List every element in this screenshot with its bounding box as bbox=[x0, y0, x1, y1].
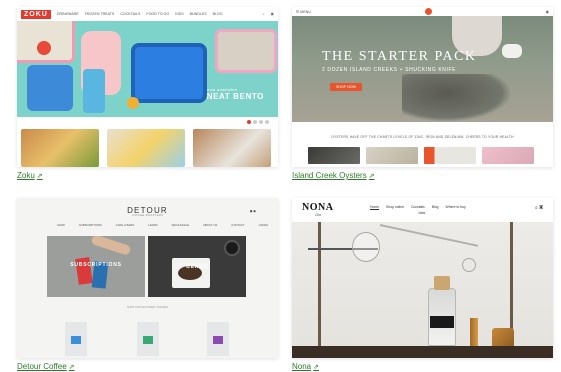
nona-menu-item: Home bbox=[370, 205, 380, 209]
zoku-nav-item: COCKTAILS bbox=[120, 12, 141, 16]
external-link-icon: ⇗ bbox=[368, 172, 375, 180]
detour-menu-item: SUBSCRIPTIONS bbox=[78, 223, 102, 227]
search-icon: ⌕ bbox=[262, 12, 265, 16]
nona-hero-image bbox=[292, 222, 553, 358]
detour-coffee-screenshot[interactable]: DETOUR COFFEE ROASTERS ◼ ▣ SHOP SUBSCRIP… bbox=[17, 198, 278, 358]
island-creek-hero-image: THE STARTER PACK 2 DOZEN ISLAND CREEKS +… bbox=[292, 16, 553, 122]
zoku-link[interactable]: Zoku ⇗ bbox=[17, 171, 43, 180]
detour-coffee-link-label[interactable]: Detour Coffee bbox=[17, 362, 67, 371]
cart-icon: ◼ ▣ bbox=[249, 209, 256, 213]
zoku-nav-item: BLOG bbox=[212, 12, 223, 16]
external-link-icon: ⇗ bbox=[68, 363, 75, 371]
nona-link[interactable]: Nona ⇗ bbox=[292, 362, 319, 371]
detour-logo-subtitle: COFFEE ROASTERS bbox=[131, 214, 164, 217]
nona-screenshot[interactable]: NONA Gin Home Shop online Cocktails Blog… bbox=[292, 198, 553, 358]
nona-menu-item: Jobs bbox=[418, 211, 426, 215]
detour-products-heading: SHOP OUR FEATURED COFFEES bbox=[126, 306, 169, 309]
zoku-hero-text: now available NEAT BENTO bbox=[207, 87, 264, 101]
detour-menu-item: LEARN bbox=[148, 223, 158, 227]
zoku-hero-image: now available NEAT BENTO bbox=[17, 21, 278, 117]
detour-menu-item: CAFE & BARS bbox=[115, 223, 135, 227]
zoku-link-label[interactable]: Zoku bbox=[17, 171, 35, 180]
product-thumbnail[interactable] bbox=[308, 147, 360, 164]
detour-coffee-link[interactable]: Detour Coffee ⇗ bbox=[17, 362, 75, 371]
carousel-dot[interactable] bbox=[253, 120, 257, 124]
carousel-dot[interactable] bbox=[265, 120, 269, 124]
external-link-icon: ⇗ bbox=[313, 363, 319, 371]
carousel-dots[interactable] bbox=[247, 120, 269, 124]
nona-menu-item: Shop online bbox=[386, 205, 404, 209]
carousel-dot[interactable] bbox=[247, 120, 251, 124]
nona-logo-subtitle: Gin bbox=[315, 212, 322, 217]
cart-icon: ▣ bbox=[270, 12, 274, 16]
search-icon: ⌕ ▣ bbox=[535, 205, 543, 211]
nona-header: NONA Gin Home Shop online Cocktails Blog… bbox=[292, 198, 553, 222]
zoku-nav-item: FROZEN TREATS bbox=[84, 12, 115, 16]
product-thumbnail[interactable] bbox=[366, 147, 418, 164]
menu-icon: ☰ MENU bbox=[296, 9, 311, 14]
detour-menu-item: CAFES bbox=[258, 223, 268, 227]
zoku-screenshot[interactable]: ZOKU DRINKWARE FROZEN TREATS COCKTAILS F… bbox=[17, 7, 278, 167]
coffee-bag-product[interactable] bbox=[207, 322, 229, 356]
island-creek-logo bbox=[424, 8, 432, 15]
external-link-icon: ⇗ bbox=[36, 172, 43, 180]
subscriptions-panel[interactable]: SUBSCRIPTIONS bbox=[47, 236, 145, 297]
island-creek-screenshot[interactable]: ☰ MENU ▣ THE STARTER PACK 2 DOZEN ISLAND… bbox=[292, 7, 553, 167]
detour-menu-item: WHOLESALE bbox=[171, 223, 190, 227]
zoku-nav-item: FOOD TO GO bbox=[146, 12, 170, 16]
beans-label: BEANS bbox=[186, 264, 208, 270]
cart-icon: ▣ bbox=[545, 9, 549, 14]
product-thumbnail[interactable] bbox=[424, 147, 476, 164]
nona-menu-item: Where to buy bbox=[445, 205, 466, 209]
island-creek-hero-title: THE STARTER PACK bbox=[322, 49, 477, 64]
carousel-dot[interactable] bbox=[259, 120, 263, 124]
zoku-nav: ZOKU DRINKWARE FROZEN TREATS COCKTAILS F… bbox=[17, 7, 278, 21]
island-creek-menu-label: MENU bbox=[300, 9, 311, 14]
nona-menu-item: Blog bbox=[431, 205, 439, 209]
zoku-nav-item: DRINKWARE bbox=[56, 12, 79, 16]
nona-menu: Home Shop online Cocktails Blog Where to… bbox=[370, 205, 466, 209]
island-creek-link[interactable]: Island Creek Oysters ⇗ bbox=[292, 171, 375, 180]
island-creek-hero-subtitle: 2 DOZEN ISLAND CREEKS + SHUCKING KNIFE bbox=[322, 67, 457, 73]
product-thumbnail[interactable] bbox=[21, 129, 99, 167]
product-thumbnail[interactable] bbox=[482, 147, 534, 164]
product-thumbnail[interactable] bbox=[193, 129, 271, 167]
product-thumbnail[interactable] bbox=[107, 129, 185, 167]
zoku-nav-item: BUNDLES bbox=[189, 12, 207, 16]
nona-link-label[interactable]: Nona bbox=[292, 362, 311, 371]
subscriptions-label: SUBSCRIPTIONS bbox=[70, 262, 122, 268]
detour-menu-item: ABOUT US bbox=[203, 223, 218, 227]
coffee-bag-product[interactable] bbox=[65, 322, 87, 356]
island-creek-product-row bbox=[308, 147, 534, 164]
detour-menu-item: SHOP bbox=[57, 223, 65, 227]
zoku-product-thumbnails bbox=[21, 129, 271, 167]
shop-now-button[interactable]: SHOP NOW bbox=[330, 83, 362, 91]
zoku-logo: ZOKU bbox=[21, 9, 51, 19]
coffee-bag-product[interactable] bbox=[137, 322, 159, 356]
nona-menu-item: Cocktails bbox=[410, 205, 425, 209]
detour-menu: SHOP SUBSCRIPTIONS CAFE & BARS LEARN WHO… bbox=[57, 223, 268, 227]
zoku-hero-title: NEAT BENTO bbox=[206, 92, 264, 101]
island-creek-subline: OYSTERS HAVE OFF THE CHARTS LEVELS OF ZI… bbox=[331, 135, 514, 139]
detour-menu-item: CONTACT bbox=[231, 223, 245, 227]
zoku-nav-item: KIDS bbox=[175, 12, 184, 16]
beans-panel[interactable]: BEANS bbox=[148, 236, 246, 297]
island-creek-nav: ☰ MENU ▣ bbox=[292, 7, 553, 16]
island-creek-link-label[interactable]: Island Creek Oysters bbox=[292, 171, 367, 180]
